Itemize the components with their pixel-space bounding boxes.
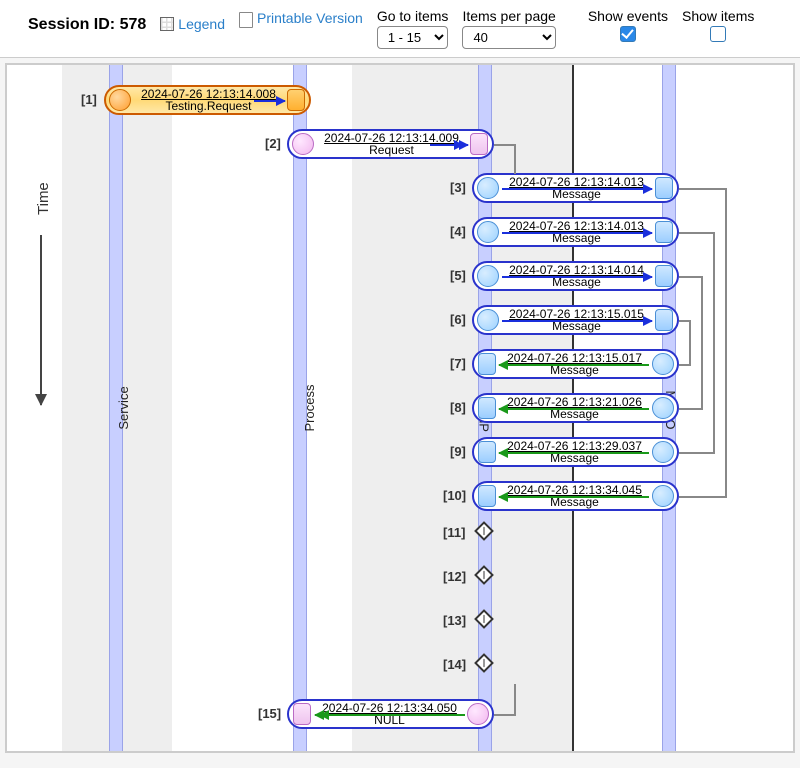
items-per-page-group: Items per page 40	[462, 8, 555, 49]
item-index: [8]	[450, 400, 466, 415]
connector	[725, 188, 727, 498]
arrow-right-icon	[502, 188, 652, 190]
show-items-group: Show items	[682, 8, 754, 42]
connector	[514, 684, 516, 716]
endpoint-icon	[287, 89, 305, 111]
arrow-left-icon	[499, 408, 649, 410]
show-items-checkbox[interactable]	[710, 26, 726, 42]
goto-items-group: Go to items 1 - 15	[377, 8, 449, 49]
item-index: [2]	[265, 136, 281, 151]
endpoint-icon	[293, 703, 311, 725]
lane-label-process: Process	[302, 385, 317, 432]
endpoint-icon	[467, 703, 489, 725]
connector	[679, 408, 703, 410]
document-icon	[239, 12, 253, 28]
item-index: [15]	[258, 706, 281, 721]
trace-diagram: Service Process MndP Mnd O Time [1] 2024…	[5, 63, 795, 753]
item-index: [5]	[450, 268, 466, 283]
show-items-label: Show items	[682, 8, 754, 24]
item-index: [6]	[450, 312, 466, 327]
connector	[514, 144, 516, 174]
connector	[689, 320, 691, 366]
grid-icon	[160, 17, 174, 31]
endpoint-icon	[652, 441, 674, 463]
endpoint-icon	[470, 133, 488, 155]
item-index: [13]	[443, 613, 466, 628]
endpoint-icon	[477, 177, 499, 199]
endpoint-icon	[478, 441, 496, 463]
item-index: [12]	[443, 569, 466, 584]
endpoint-icon	[655, 177, 673, 199]
connector	[679, 188, 727, 190]
connector	[701, 276, 703, 410]
endpoint-icon	[478, 353, 496, 375]
header-bar: Session ID: 578 Legend Printable Version…	[0, 0, 800, 58]
legend-link[interactable]: Legend	[160, 16, 225, 32]
connector	[679, 452, 715, 454]
item-index: [9]	[450, 444, 466, 459]
arrow-right-icon	[502, 232, 652, 234]
endpoint-icon	[109, 89, 131, 111]
endpoint-icon	[655, 309, 673, 331]
item-index: [1]	[81, 92, 97, 107]
arrow-left-icon	[499, 364, 649, 366]
endpoint-icon	[652, 485, 674, 507]
arrow-right-icon	[254, 100, 285, 102]
arrow-left-icon	[499, 452, 649, 454]
item-index: [11]	[443, 525, 465, 540]
connector	[679, 276, 703, 278]
arrow-right-icon	[502, 320, 652, 322]
connector	[713, 232, 715, 454]
endpoint-icon	[655, 221, 673, 243]
endpoint-icon	[292, 133, 314, 155]
show-events-label: Show events	[588, 8, 668, 24]
arrow-right-icon	[502, 276, 652, 278]
arrow-double-right-icon	[430, 144, 468, 146]
endpoint-icon	[652, 353, 674, 375]
goto-items-select[interactable]: 1 - 15	[377, 26, 449, 49]
time-axis-arrow	[40, 235, 42, 405]
legend-label: Legend	[178, 16, 225, 32]
session-id: Session ID: 578	[28, 16, 146, 34]
endpoint-icon	[478, 397, 496, 419]
time-axis-label: Time	[35, 182, 52, 215]
items-per-page-label: Items per page	[462, 8, 555, 24]
arrow-double-left-icon	[315, 714, 465, 716]
endpoint-icon	[477, 309, 499, 331]
item-index: [10]	[443, 488, 466, 503]
item-index: [7]	[450, 356, 466, 371]
connector	[679, 364, 691, 366]
show-events-checkbox[interactable]	[620, 26, 636, 42]
printable-label: Printable Version	[257, 10, 363, 27]
endpoint-icon	[478, 485, 496, 507]
goto-items-label: Go to items	[377, 8, 449, 24]
lane-label-service: Service	[116, 386, 131, 429]
printable-link[interactable]: Printable Version	[239, 10, 363, 28]
endpoint-icon	[477, 221, 499, 243]
arrow-left-icon	[499, 496, 649, 498]
connector	[494, 714, 516, 716]
connector	[679, 496, 727, 498]
connector	[679, 232, 715, 234]
endpoint-icon	[652, 397, 674, 419]
endpoint-icon	[655, 265, 673, 287]
items-per-page-select[interactable]: 40	[462, 26, 555, 49]
item-index: [3]	[450, 180, 466, 195]
connector	[494, 144, 516, 146]
endpoint-icon	[477, 265, 499, 287]
show-events-group: Show events	[588, 8, 668, 42]
item-index: [14]	[443, 657, 466, 672]
item-index: [4]	[450, 224, 466, 239]
